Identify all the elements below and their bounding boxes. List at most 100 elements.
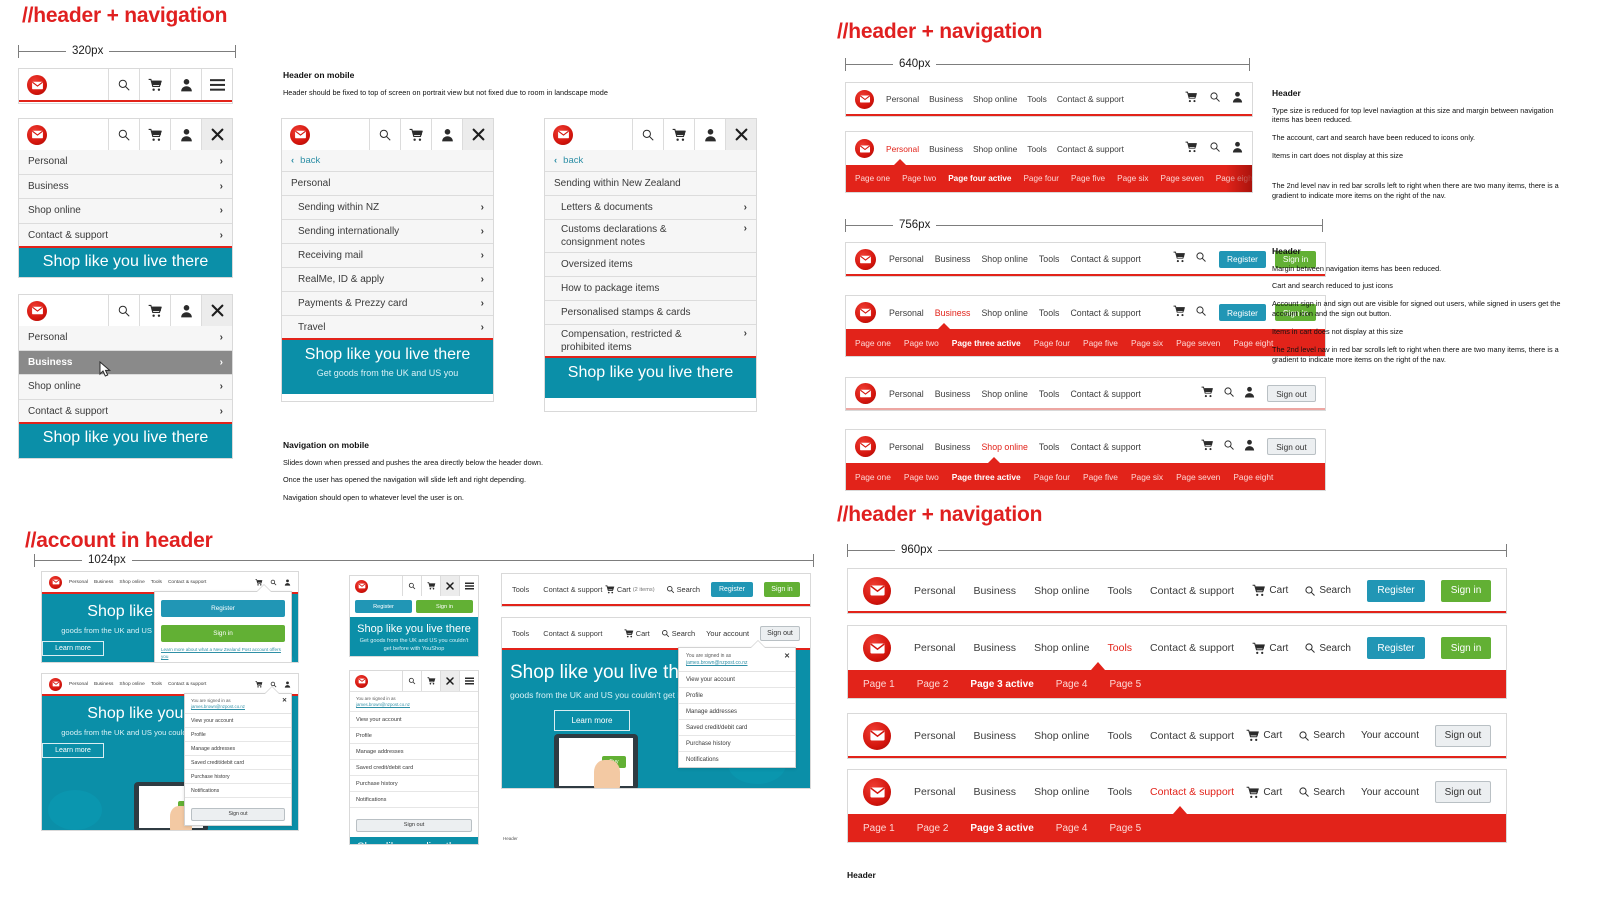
register-button[interactable]: Register (355, 600, 412, 613)
subnav-item[interactable]: Page six (1117, 174, 1148, 183)
cart-icon[interactable] (1185, 90, 1198, 108)
subnav-item-active[interactable]: Page 3 active (970, 679, 1033, 690)
nzpost-logo-icon[interactable] (855, 383, 876, 404)
search-button[interactable]: Search (666, 585, 700, 594)
nav-item-business[interactable]: Business (94, 580, 113, 585)
nav-item-personal[interactable]: Personal (889, 254, 924, 264)
subnav-item[interactable]: Page one (855, 338, 891, 348)
nav-item-business[interactable]: Business (929, 94, 963, 104)
search-button[interactable]: Search (1304, 642, 1351, 654)
mobile-nav-item[interactable]: RealMe, ID & apply › (282, 268, 493, 292)
nzpost-logo-icon[interactable] (355, 674, 368, 688)
nav-item-tools[interactable]: Tools (1108, 730, 1133, 742)
hamburger-menu-icon[interactable] (201, 69, 232, 101)
learn-more-button[interactable]: Learn more (554, 710, 630, 731)
subnav-item[interactable]: Page two (902, 174, 936, 183)
nav-item-shop-online[interactable]: Shop online (973, 94, 1017, 104)
subnav-item[interactable]: Page five (1083, 472, 1118, 482)
search-icon[interactable] (1209, 140, 1221, 158)
subnav-item-active[interactable]: Page four active (948, 174, 1011, 183)
nzpost-logo-icon[interactable] (355, 579, 368, 593)
sign-out-button[interactable]: Sign out (1267, 438, 1316, 455)
subnav-item[interactable]: Page five (1083, 338, 1118, 348)
cart-button[interactable]: Cart (624, 629, 650, 638)
subnav-item[interactable]: Page two (904, 472, 939, 482)
nzpost-logo-icon[interactable] (855, 302, 876, 323)
account-email[interactable]: james.brown@nzpost.co.nz (191, 704, 285, 709)
cart-icon[interactable] (1173, 304, 1186, 322)
account-menu-item[interactable]: View your account (350, 712, 478, 728)
search-icon[interactable] (108, 69, 139, 101)
close-icon[interactable]: ✕ (784, 652, 790, 660)
register-button[interactable]: Register (1367, 637, 1425, 659)
cart-icon[interactable] (421, 576, 440, 596)
cart-button[interactable]: Cart (2 items) (605, 585, 655, 594)
subnav-item[interactable]: Page 2 (917, 823, 949, 834)
sign-in-button[interactable]: Sign in (416, 600, 473, 613)
close-icon[interactable] (440, 576, 459, 596)
subnav-item[interactable]: Page seven (1176, 472, 1220, 482)
account-menu-item[interactable]: View your account (679, 672, 795, 688)
subnav-item[interactable]: Page six (1131, 338, 1163, 348)
nav-item-contact-support[interactable]: Contact & support (1150, 585, 1234, 597)
nzpost-logo-icon[interactable] (27, 300, 47, 321)
nav-item-contact-support[interactable]: Contact & support (1070, 308, 1140, 318)
subnav-item[interactable]: Page 4 (1056, 679, 1088, 690)
register-button[interactable]: Register (711, 582, 753, 597)
learn-more-button[interactable]: Learn more (42, 641, 104, 656)
cart-icon[interactable] (139, 69, 170, 101)
nav-item-tools[interactable]: Tools (512, 585, 529, 594)
cart-icon[interactable] (1201, 438, 1214, 456)
subnav-item[interactable]: Page six (1131, 472, 1163, 482)
account-menu-item[interactable]: Saved credit/debit card (679, 720, 795, 736)
account-menu-item[interactable]: Purchase history (679, 736, 795, 752)
mobile-nav-item[interactable]: Compensation, restricted & prohibited it… (545, 325, 756, 358)
nav-item-shop-online[interactable]: Shop online (1034, 786, 1089, 798)
register-button[interactable]: Register (1219, 250, 1266, 268)
nav-item-business[interactable]: Business (935, 442, 971, 452)
nav-item-contact-support[interactable]: Contact & support (1150, 786, 1234, 798)
nav-item-contact-support[interactable]: Contact & support (543, 585, 602, 594)
account-menu-item[interactable]: Manage addresses (350, 744, 478, 760)
account-menu-item[interactable]: Profile (679, 688, 795, 704)
cart-button[interactable]: Cart (1246, 729, 1282, 742)
nzpost-logo-icon[interactable] (855, 436, 876, 457)
nzpost-logo-icon[interactable] (855, 248, 876, 270)
nav-item-personal[interactable]: Personal (914, 585, 955, 597)
account-icon[interactable] (1244, 385, 1255, 403)
your-account-link[interactable]: Your account (1361, 787, 1419, 798)
nzpost-logo-icon[interactable] (553, 124, 573, 145)
subnav-item[interactable]: Page 4 (1056, 823, 1088, 834)
subnav-item[interactable]: Page four (1034, 472, 1070, 482)
close-icon[interactable] (201, 119, 232, 150)
search-icon[interactable] (1209, 90, 1221, 108)
sign-out-button[interactable]: Sign out (1267, 385, 1316, 402)
mobile-nav-item[interactable]: Customs declarations & consignment notes… (545, 220, 756, 253)
cart-button[interactable]: Cart (1252, 642, 1288, 655)
account-icon[interactable] (170, 69, 201, 101)
nav-item-business[interactable]: Business (973, 585, 1016, 597)
nav-item-personal[interactable]: Personal (889, 442, 924, 452)
nav-item-contact-support[interactable]: Contact & support (1070, 389, 1140, 399)
nav-item-personal[interactable]: Personal (69, 682, 88, 687)
cart-icon[interactable] (1185, 140, 1198, 158)
cart-icon[interactable] (1201, 385, 1214, 403)
subnav-item[interactable]: Page seven (1176, 338, 1220, 348)
nav-item-business[interactable]: Business (973, 730, 1016, 742)
search-icon[interactable] (270, 573, 277, 591)
account-menu-item[interactable]: View your account (185, 714, 291, 728)
account-menu-item[interactable]: Purchase history (350, 776, 478, 792)
mobile-nav-item[interactable]: Sending within NZ › (282, 196, 493, 220)
nav-item-tools[interactable]: Tools (512, 629, 529, 638)
subnav-item-active[interactable]: Page three active (952, 472, 1021, 482)
nav-item-contact-support[interactable]: Contact & support (1057, 144, 1124, 154)
mobile-nav-back[interactable]: ‹ back (545, 150, 756, 172)
mobile-nav-item[interactable]: Personal › (19, 326, 232, 351)
nzpost-logo-icon[interactable] (863, 721, 891, 750)
nav-item-contact-support[interactable]: Contact & support (1150, 642, 1234, 654)
subnav-item[interactable]: Page five (1071, 174, 1105, 183)
nzpost-logo-icon[interactable] (49, 677, 62, 691)
nav-item-shop-online[interactable]: Shop online (119, 580, 144, 585)
mobile-nav-item[interactable]: Shop online › (19, 375, 232, 400)
sign-out-button[interactable]: Sign out (760, 625, 800, 641)
